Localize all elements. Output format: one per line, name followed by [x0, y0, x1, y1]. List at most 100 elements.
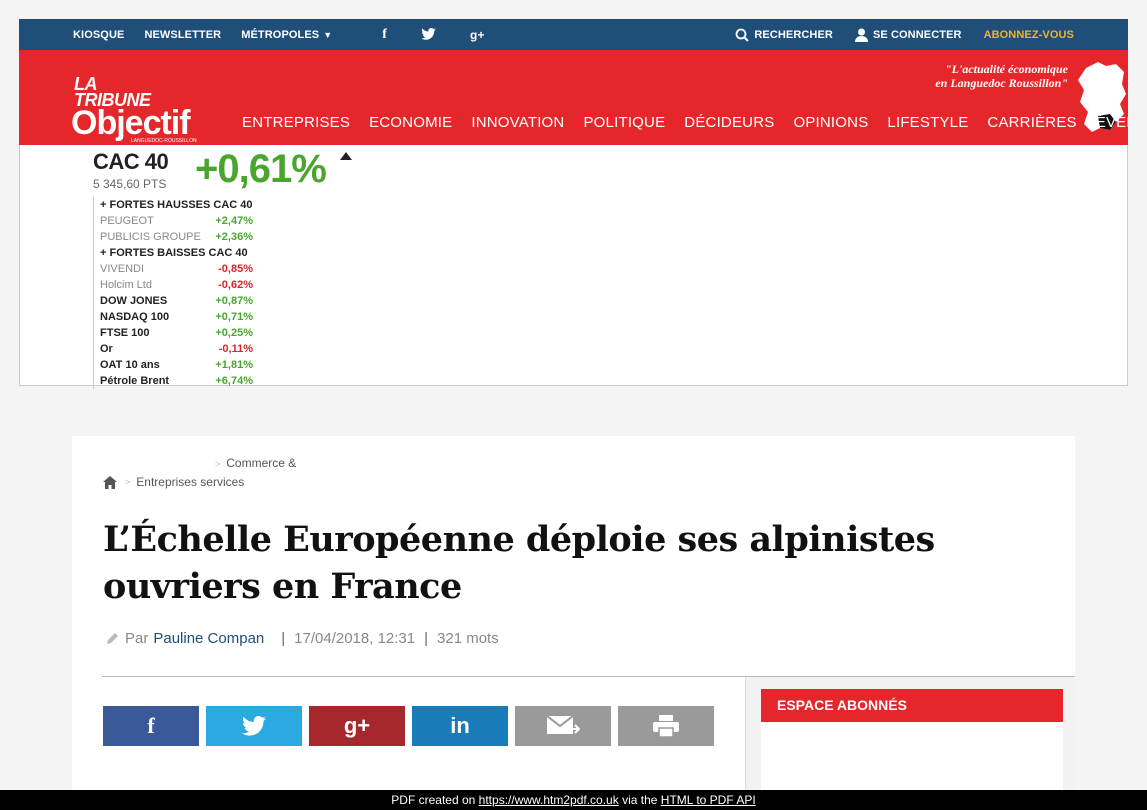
google-plus-icon[interactable]: g+ [470, 28, 485, 42]
social-links: f g+ [382, 27, 504, 43]
quote-name: FTSE 100 [100, 327, 150, 339]
list-item[interactable]: DOW JONES +0,87% [100, 293, 253, 309]
footer-url-link[interactable]: https://www.htm2pdf.co.uk [479, 793, 619, 807]
share-facebook-button[interactable]: f [103, 706, 199, 746]
linkedin-icon: in [450, 713, 470, 738]
footer-api-link[interactable]: HTML to PDF API [661, 793, 756, 807]
nav-item-evenements[interactable]: ÉVÉNEMENTS [1096, 114, 1128, 131]
quote-name: Holcim Ltd [100, 279, 152, 291]
nav-item-economie[interactable]: ECONOMIE [369, 114, 452, 131]
list-item[interactable]: PUBLICIS GROUPE +2,36% [100, 229, 253, 245]
list-item[interactable]: Pétrole Brent +6,74% [100, 373, 253, 389]
quote-value: +0,71% [215, 311, 253, 323]
nav-item-opinions[interactable]: OPINIONS [793, 114, 868, 131]
subscribe-button[interactable]: ABONNEZ-VOUS [984, 29, 1074, 41]
meta-separator: | [424, 630, 429, 647]
market-panel: CAC 40 5 345,60 PTS +0,61% + FORTES HAUS… [19, 145, 1128, 389]
home-icon[interactable] [103, 475, 117, 489]
breadcrumb-entreprises-services[interactable]: Entreprises services [136, 475, 244, 489]
share-buttons: f g+ in [103, 706, 714, 746]
nav-item-decideurs[interactable]: DÉCIDEURS [684, 114, 774, 131]
facebook-icon[interactable]: f [382, 27, 387, 43]
espace-abonnes-box [761, 722, 1063, 790]
facebook-icon: f [147, 713, 155, 738]
search-button[interactable]: RECHERCHER [735, 28, 833, 42]
list-item[interactable]: FTSE 100 +0,25% [100, 325, 253, 341]
logo-objectif: Objectif [71, 104, 191, 142]
quote-value: +6,74% [215, 375, 253, 387]
index-points: 5 345,60 PTS [93, 177, 167, 191]
metropoles-menu[interactable]: MÉTROPOLES ▼ [241, 29, 352, 41]
share-email-button[interactable] [515, 706, 611, 746]
word-count: 321 mots [437, 630, 499, 647]
user-icon [854, 28, 868, 42]
quote-value: -0,85% [218, 263, 253, 275]
breadcrumb-commerce[interactable]: Commerce & [226, 456, 296, 470]
pdf-footer: PDF created on https://www.htm2pdf.co.uk… [0, 790, 1147, 810]
print-icon [653, 715, 679, 737]
twitter-icon [242, 716, 266, 736]
breadcrumb-line-1: > Commerce & [215, 456, 296, 470]
top-bar: KIOSQUE NEWSLETTER MÉTROPOLES ▼ f g+ RECH… [19, 19, 1128, 50]
page: KIOSQUE NEWSLETTER MÉTROPOLES ▼ f g+ RECH… [0, 0, 1147, 810]
baisses-header: + FORTES BAISSES CAC 40 [100, 247, 248, 259]
share-twitter-button[interactable] [206, 706, 302, 746]
article: > Commerce & > Entreprises services L’Éch… [72, 436, 1075, 790]
quotes-list: + FORTES HAUSSES CAC 40 PEUGEOT +2,47% PU… [93, 197, 253, 389]
index-name[interactable]: CAC 40 [93, 149, 169, 175]
login-button[interactable]: SE CONNECTER [854, 28, 962, 42]
list-item[interactable]: PEUGEOT +2,47% [100, 213, 253, 229]
quote-name: DOW JONES [100, 295, 168, 307]
tagline-line-2: en Languedoc Roussillon" [935, 76, 1068, 90]
footer-middle: via the [622, 793, 658, 807]
arrow-up-icon [340, 152, 352, 160]
quote-name: VIVENDI [100, 263, 145, 275]
kiosque-link[interactable]: KIOSQUE [73, 29, 124, 41]
quote-name: NASDAQ 100 [100, 311, 170, 323]
quote-value: -0,62% [218, 279, 253, 291]
nav-item-carrieres[interactable]: CARRIÈRES [987, 114, 1076, 131]
quote-value: +0,25% [215, 327, 253, 339]
quote-value: -0,11% [218, 343, 253, 355]
tagline: "L'actualité économique en Languedoc Rou… [935, 62, 1068, 90]
breadcrumb-separator: > [125, 477, 131, 487]
nav-item-entreprises[interactable]: ENTREPRISES [242, 114, 350, 131]
tagline-line-1: "L'actualité économique [945, 62, 1068, 76]
logo-subtitle: LANGUEDOC-ROUSSILLON [131, 138, 197, 144]
share-google-plus-button[interactable]: g+ [309, 706, 405, 746]
author-prefix: Par [125, 630, 149, 647]
quote-value: +1,81% [215, 359, 253, 371]
nav-item-innovation[interactable]: INNOVATION [471, 114, 564, 131]
pencil-icon [107, 632, 118, 644]
article-title: L’Échelle Européenne déploie ses alpinis… [103, 519, 935, 607]
nav-item-politique[interactable]: POLITIQUE [583, 114, 665, 131]
quote-value: +2,47% [215, 215, 253, 227]
quote-name: PEUGEOT [100, 215, 154, 227]
breadcrumb: > Entreprises services [103, 475, 244, 489]
nav-item-lifestyle[interactable]: LIFESTYLE [887, 114, 968, 131]
list-item[interactable]: NASDAQ 100 +0,71% [100, 309, 253, 325]
author-link[interactable]: Pauline Compan [153, 630, 264, 647]
list-item[interactable]: Holcim Ltd -0,62% [100, 277, 253, 293]
article-date: 17/04/2018, 12:31 [294, 630, 416, 647]
main-nav: ENTREPRISES ECONOMIE INNOVATION POLITIQU… [242, 114, 1128, 131]
quote-name: OAT 10 ans [100, 359, 160, 371]
list-item[interactable]: OAT 10 ans +1,81% [100, 357, 253, 373]
share-linkedin-button[interactable]: in [412, 706, 508, 746]
search-label: RECHERCHER [754, 28, 833, 41]
print-button[interactable] [618, 706, 714, 746]
email-icon [546, 715, 580, 734]
list-item[interactable]: VIVENDI -0,85% [100, 261, 253, 277]
meta-separator: | [281, 630, 286, 647]
search-icon [735, 28, 750, 42]
article-meta: Par Pauline Compan | 17/04/2018, 12:31 |… [105, 630, 499, 647]
twitter-icon[interactable] [421, 27, 436, 43]
newsletter-link[interactable]: NEWSLETTER [144, 29, 221, 41]
quote-name: PUBLICIS GROUPE [100, 231, 201, 243]
quote-name: Pétrole Brent [100, 375, 170, 387]
list-item[interactable]: Or -0,11% [100, 341, 253, 357]
login-label: SE CONNECTER [872, 28, 962, 41]
hausses-header: + FORTES HAUSSES CAC 40 [100, 199, 253, 211]
espace-abonnes-header[interactable]: ESPACE ABONNÉS [761, 689, 1063, 722]
sidebar: ESPACE ABONNÉS [745, 677, 1075, 790]
